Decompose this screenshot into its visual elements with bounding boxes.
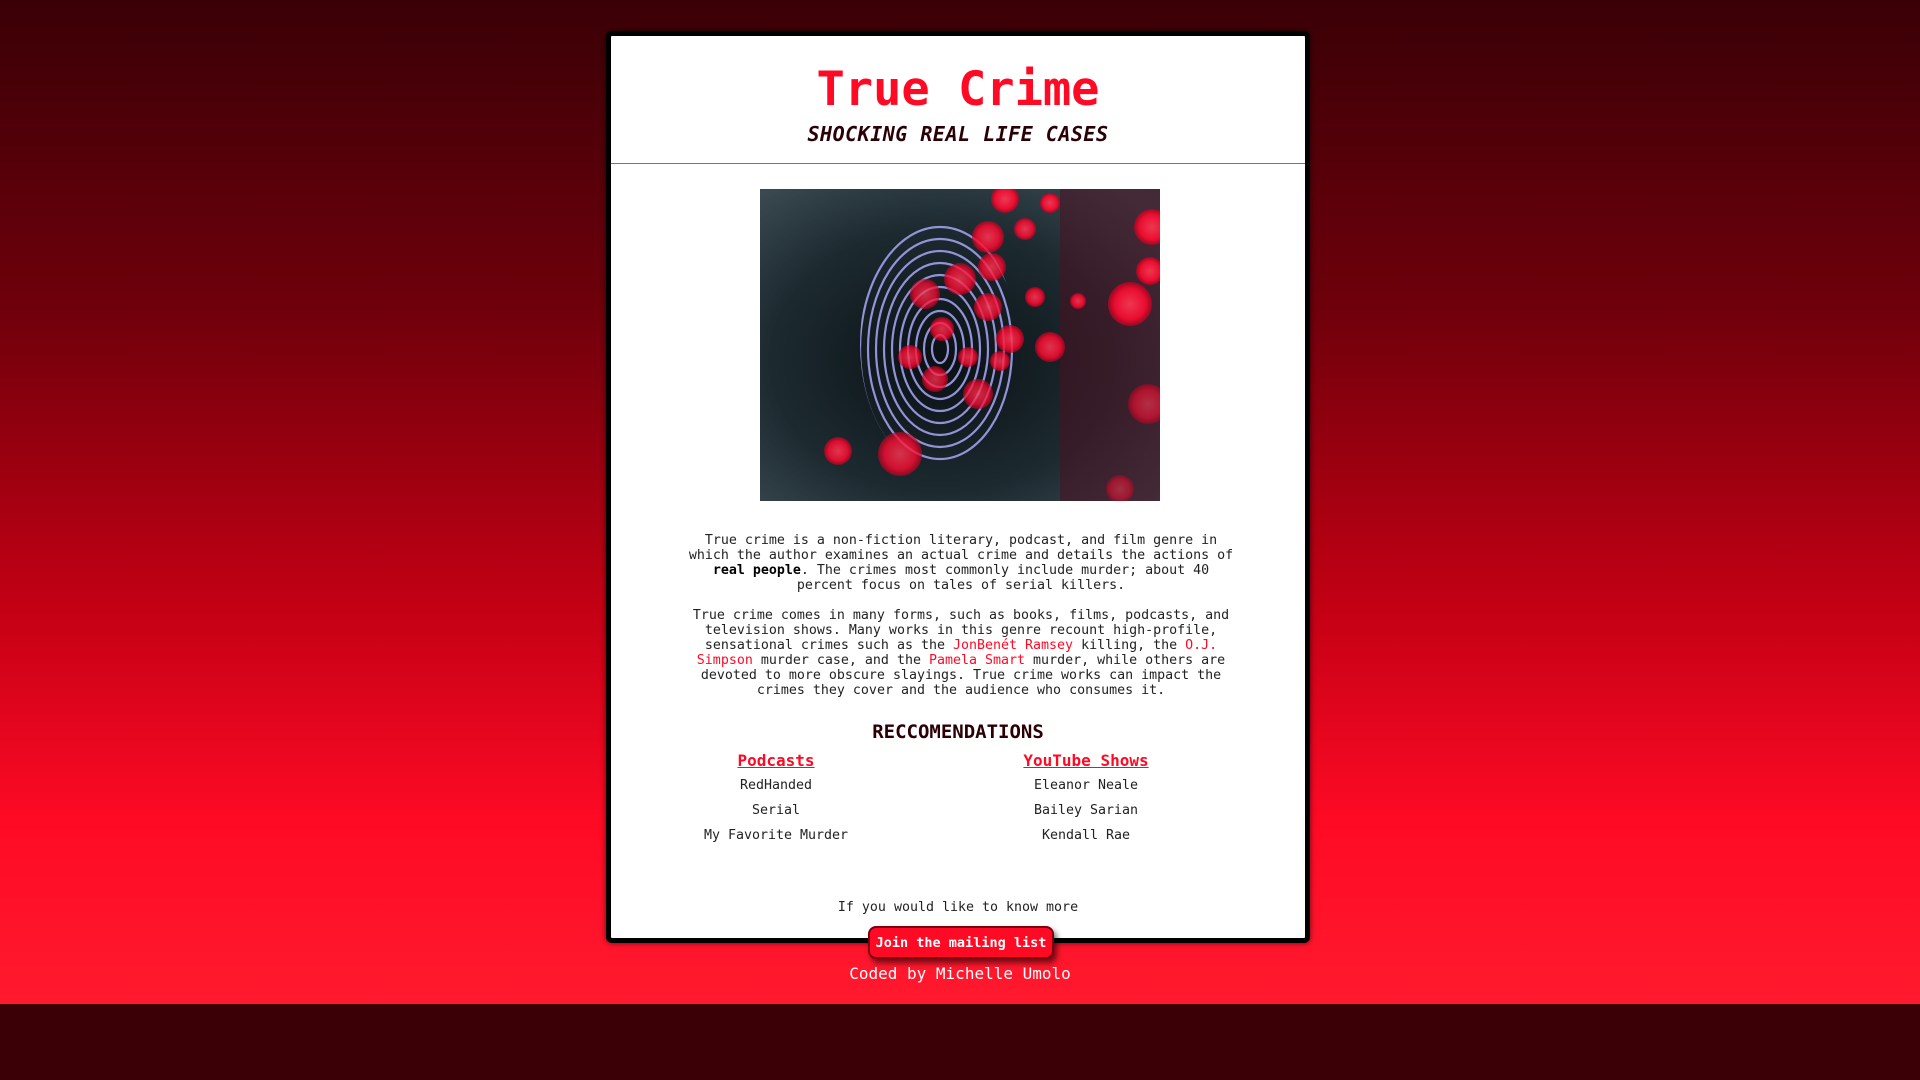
podcasts-list: RedHanded Serial My Favorite Murder (661, 778, 891, 853)
intro-p2-text-3: murder case, and the (752, 653, 929, 668)
footer-credit: Coded by Michelle Umolo (849, 964, 1071, 983)
intro-p1-bold: real people (712, 563, 801, 578)
list-item: My Favorite Murder (703, 828, 849, 843)
recommendations-title: RECCOMENDATIONS (872, 721, 1044, 743)
youtube-heading: YouTube Shows (1023, 751, 1149, 770)
youtube-column: YouTube Shows Eleanor Neale Bailey Saria… (971, 751, 1201, 853)
main-card: True Crime SHOCKING REAL LIFE CASES True… (606, 31, 1310, 959)
intro-text: True crime is a non-fiction literary, po… (681, 533, 1241, 713)
page-subtitle: SHOCKING REAL LIFE CASES (807, 121, 1109, 146)
intro-paragraph-2: True crime comes in many forms, such as … (681, 608, 1241, 698)
fingerprint-icon (760, 189, 1160, 501)
list-item: Serial (751, 803, 801, 818)
youtube-list: Eleanor Neale Bailey Sarian Kendall Rae (971, 778, 1201, 853)
intro-p2-text-2: killing, the (1073, 638, 1186, 653)
list-item: Kendall Rae (1041, 828, 1131, 843)
list-item: RedHanded (739, 778, 813, 793)
header: True Crime SHOCKING REAL LIFE CASES (611, 36, 1305, 164)
intro-paragraph-1: True crime is a non-fiction literary, po… (681, 533, 1241, 593)
know-more-text: If you would like to know more (837, 900, 1079, 915)
link-jonbenet-ramsey[interactable]: JonBenét Ramsey (953, 638, 1073, 653)
link-pamela-smart[interactable]: Pamela Smart (929, 653, 1025, 668)
podcasts-heading: Podcasts (737, 751, 815, 770)
hero-image (760, 189, 1160, 501)
page-title: True Crime (816, 62, 1100, 117)
list-item: Eleanor Neale (1033, 778, 1139, 793)
intro-p1-text: True crime is a non-fiction literary, po… (688, 533, 1234, 563)
intro-p1-text-2: . The crimes most commonly include murde… (796, 563, 1210, 593)
join-mailing-list-button[interactable]: Join the mailing list (868, 926, 1054, 959)
podcasts-column: Podcasts RedHanded Serial My Favorite Mu… (661, 751, 891, 853)
list-item: Bailey Sarian (1033, 803, 1139, 818)
